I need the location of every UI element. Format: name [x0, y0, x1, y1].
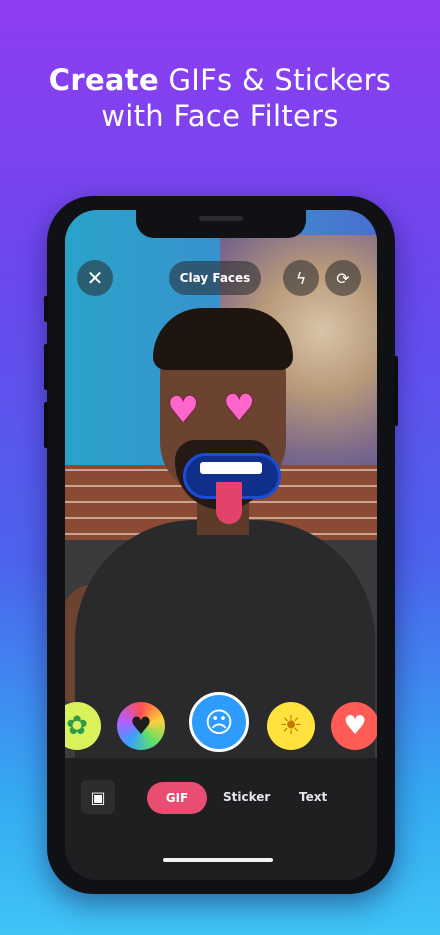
mode-text-label: Text [299, 790, 328, 804]
speaker [199, 216, 243, 221]
power-button [394, 356, 398, 426]
home-indicator[interactable] [163, 858, 273, 862]
volume-up-button [44, 344, 48, 390]
capture-mode-bar: ▣ GIF Sticker Text [65, 758, 377, 880]
heart-face-icon: ♥ [343, 711, 367, 741]
gallery-icon: ▣ [90, 787, 106, 807]
filter-carousel[interactable]: ✿ ♥ ☹ ☀ ♥ [65, 692, 377, 758]
close-button[interactable]: ✕ [77, 260, 113, 296]
clay-tongue [216, 482, 242, 524]
filter-rainbow-heart[interactable]: ♥ [117, 702, 165, 750]
rainbow-heart-icon: ♥ [130, 712, 152, 740]
clay-teeth [200, 462, 262, 474]
volume-down-button [44, 402, 48, 448]
camera-preview[interactable]: ♥ ♥ ✕ Clay Faces ϟ ⟳ ✿ ♥ ☹ ☀ ♥ [65, 210, 377, 758]
gallery-button[interactable]: ▣ [81, 780, 115, 814]
mode-gif-label: GIF [165, 791, 189, 805]
app-store-promo: Create GIFs & Stickers with Face Filters… [0, 0, 440, 935]
heart-eye-left-icon: ♥ [167, 390, 200, 431]
headline-line2: with Face Filters [101, 99, 339, 133]
camera-flip-button[interactable]: ⟳ [325, 260, 361, 296]
mode-gif-tab[interactable]: GIF [147, 782, 207, 814]
camera-flip-icon: ⟳ [336, 268, 350, 288]
phone-screen: ♥ ♥ ✕ Clay Faces ϟ ⟳ ✿ ♥ ☹ ☀ ♥ ▣ GIF Sti… [65, 210, 377, 880]
filter-plant-face[interactable]: ✿ [65, 702, 101, 750]
mode-text-tab[interactable]: Text [299, 790, 327, 804]
promo-headline: Create GIFs & Stickers with Face Filters [0, 62, 440, 134]
close-icon: ✕ [86, 266, 104, 290]
person-hair [153, 308, 293, 370]
clay-mouth-filter [183, 453, 281, 524]
notch [136, 210, 306, 238]
filter-sun-face[interactable]: ☀ [267, 702, 315, 750]
headline-bold: Create [48, 63, 159, 97]
flash-button[interactable]: ϟ [283, 260, 319, 296]
sun-face-icon: ☀ [279, 711, 303, 741]
filter-name: Clay Faces [179, 271, 251, 285]
flash-off-icon: ϟ [295, 268, 307, 288]
plant-face-icon: ✿ [66, 711, 88, 741]
headline-rest: GIFs & Stickers [158, 63, 392, 97]
filter-heart-face[interactable]: ♥ [331, 702, 377, 750]
mute-switch [44, 296, 48, 322]
filter-blue-screaming-face[interactable]: ☹ [189, 692, 249, 752]
phone-frame: ♥ ♥ ✕ Clay Faces ϟ ⟳ ✿ ♥ ☹ ☀ ♥ ▣ GIF Sti… [44, 196, 398, 894]
screaming-face-icon: ☹ [204, 705, 234, 739]
heart-eye-right-icon: ♥ [223, 388, 256, 429]
mode-sticker-tab[interactable]: Sticker [223, 790, 270, 804]
filter-name-pill[interactable]: Clay Faces [169, 261, 261, 295]
mode-sticker-label: Sticker [223, 790, 271, 804]
